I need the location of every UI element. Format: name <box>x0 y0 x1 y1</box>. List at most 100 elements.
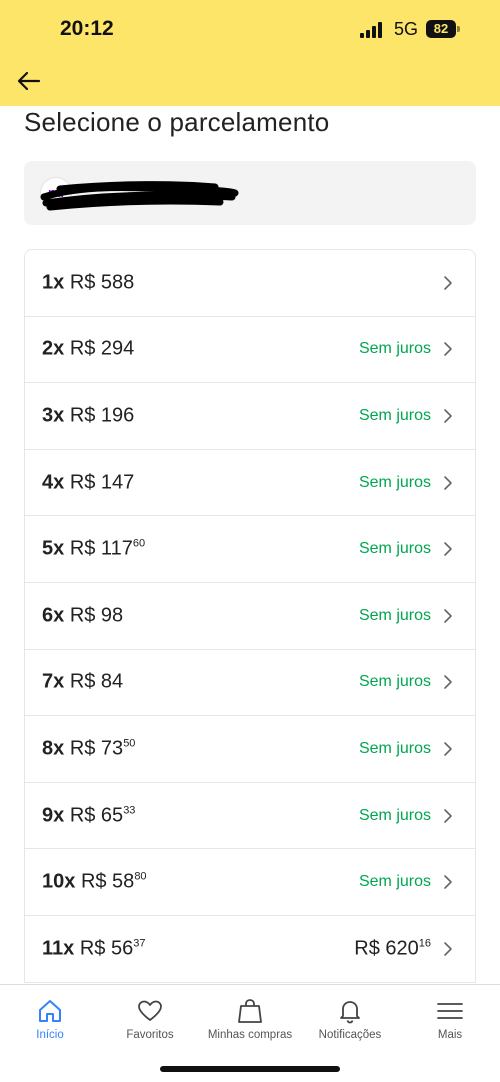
note-text: Sem juros <box>358 540 431 558</box>
chevron-right-icon <box>444 342 452 357</box>
menu-icon <box>437 1003 463 1019</box>
installment-count: 10x <box>42 870 76 893</box>
installment-row[interactable]: 1x R$ 588 <box>25 250 475 317</box>
installment-row[interactable]: 10x R$ 5880 Sem juros <box>25 849 475 916</box>
installment-cents: 80 <box>134 870 147 883</box>
network-type: 5G <box>394 19 419 39</box>
installment-count: 8x <box>42 737 65 760</box>
bell-icon <box>340 1001 360 1024</box>
signal-icon <box>360 22 384 38</box>
installment-count: 11x <box>42 937 75 960</box>
installment-list: 1x R$ 588 2x R$ 294 Sem juros 3x R$ 196 Sem … <box>24 249 476 983</box>
chevron-right-icon <box>444 875 452 889</box>
chevron-right-icon <box>444 542 452 556</box>
back-button[interactable] <box>14 66 44 96</box>
tab-inicio[interactable]: Início <box>0 997 100 1041</box>
installment-count: 5x <box>42 537 65 560</box>
installment-cents: 50 <box>123 737 136 750</box>
tab-label: Início <box>36 1029 64 1041</box>
note-text: Sem juros <box>358 340 431 358</box>
interest-free-label: Sem juros <box>359 607 431 625</box>
installment-count: 6x <box>42 604 65 627</box>
installment-amount: 5x R$ 11760 <box>42 538 145 561</box>
installment-row[interactable]: 5x R$ 11760 Sem juros <box>25 516 475 583</box>
installment-amount: 3x R$ 196 <box>42 404 134 427</box>
tab-notificacoes[interactable]: Notificações <box>300 997 400 1041</box>
installment-value: R$ 117 <box>69 537 133 560</box>
chevron-right-icon <box>444 941 452 956</box>
total-cents: 16 <box>418 937 431 950</box>
installment-row[interactable]: 4x R$ 147 Sem juros <box>25 450 475 517</box>
battery-icon: 82 <box>426 20 456 38</box>
installment-amount: 2x R$ 294 <box>42 338 134 361</box>
page-title: Selecione o parcelamento <box>24 107 330 137</box>
installment-count: 1x <box>42 271 65 294</box>
chevron-right-icon <box>444 409 452 423</box>
chevron-right-icon <box>444 475 452 490</box>
home-icon <box>39 1000 61 1022</box>
installment-row[interactable]: 7x R$ 84 Sem juros <box>25 650 475 717</box>
installment-value: R$ 58 <box>80 870 135 893</box>
installment-cents: 33 <box>123 804 136 817</box>
tab-label: Mais <box>437 1029 463 1041</box>
installment-amount: 1x R$ 588 <box>42 271 134 294</box>
note-text: Sem juros <box>358 406 431 424</box>
installment-amount: 8x R$ 7350 <box>42 737 135 760</box>
installment-amount: 9x R$ 6533 <box>42 804 135 827</box>
installment-row[interactable]: 9x R$ 6533 Sem juros <box>25 783 475 850</box>
installment-row[interactable]: 8x R$ 7350 Sem juros <box>25 716 475 783</box>
tab-favoritos[interactable]: Favoritos <box>100 997 200 1041</box>
installment-amount: 7x R$ 84 <box>42 671 123 694</box>
installment-amount: 6x R$ 98 <box>42 604 123 627</box>
note-text: Sem juros <box>358 739 431 757</box>
app-header: 20:12 5G 82 <box>0 0 500 106</box>
chevron-right-icon <box>444 275 452 290</box>
battery-cap <box>457 26 460 32</box>
redacted-card-name <box>40 181 239 211</box>
installment-value: R$ 294 <box>69 337 135 360</box>
interest-free-label: Sem juros <box>359 474 431 492</box>
heart-icon <box>138 1000 162 1021</box>
installment-row[interactable]: 3x R$ 196 Sem juros <box>25 383 475 450</box>
interest-free-label: Sem juros <box>359 407 431 425</box>
interest-free-label: Sem juros <box>359 873 431 891</box>
home-indicator <box>160 1066 340 1072</box>
installment-count: 4x <box>42 471 65 494</box>
status-time: 20:12 <box>60 17 114 40</box>
interest-free-label: Sem juros <box>359 740 431 758</box>
chevron-right-icon <box>444 675 452 690</box>
installment-amount: 11x R$ 5637 <box>42 937 145 960</box>
tab-minhas-compras[interactable]: Minhas compras <box>200 997 300 1041</box>
interest-free-label: Sem juros <box>359 673 431 691</box>
installment-value: R$ 196 <box>69 404 135 427</box>
installment-row[interactable]: 6x R$ 98 Sem juros <box>25 583 475 650</box>
tab-label: Favoritos <box>126 1029 174 1041</box>
note-text: Sem juros <box>358 873 431 891</box>
tab-label: Minhas compras <box>207 1029 293 1041</box>
chevron-right-icon <box>444 608 452 623</box>
chevron-right-icon <box>444 742 452 756</box>
installment-value: R$ 84 <box>69 670 124 693</box>
installment-value: R$ 73 <box>69 737 124 760</box>
installment-row[interactable]: 2x R$ 294 Sem juros <box>25 317 475 384</box>
note-text: Sem juros <box>358 473 431 491</box>
note-text: Sem juros <box>358 673 431 691</box>
installment-amount: 4x R$ 147 <box>42 471 134 494</box>
tab-label: Notificações <box>318 1029 382 1041</box>
tab-mais[interactable]: Mais <box>400 997 500 1041</box>
installment-row[interactable]: 11x R$ 5637 R$ 62016 <box>25 916 475 983</box>
installment-total: R$ 62016 <box>354 937 431 960</box>
installment-value: R$ 588 <box>69 271 135 294</box>
note-text: Sem juros <box>358 606 431 624</box>
installment-value: R$ 56 <box>79 937 134 960</box>
shopping-bag-icon <box>238 999 262 1023</box>
installment-count: 7x <box>42 670 65 693</box>
interest-free-label: Sem juros <box>359 340 431 358</box>
installment-value: R$ 147 <box>69 471 135 494</box>
note-text: Sem juros <box>358 806 431 824</box>
interest-free-label: Sem juros <box>359 807 431 825</box>
installment-count: 3x <box>42 404 65 427</box>
installment-count: 2x <box>42 337 65 360</box>
selected-card[interactable]: nu <box>24 161 476 225</box>
installment-count: 9x <box>42 804 65 827</box>
